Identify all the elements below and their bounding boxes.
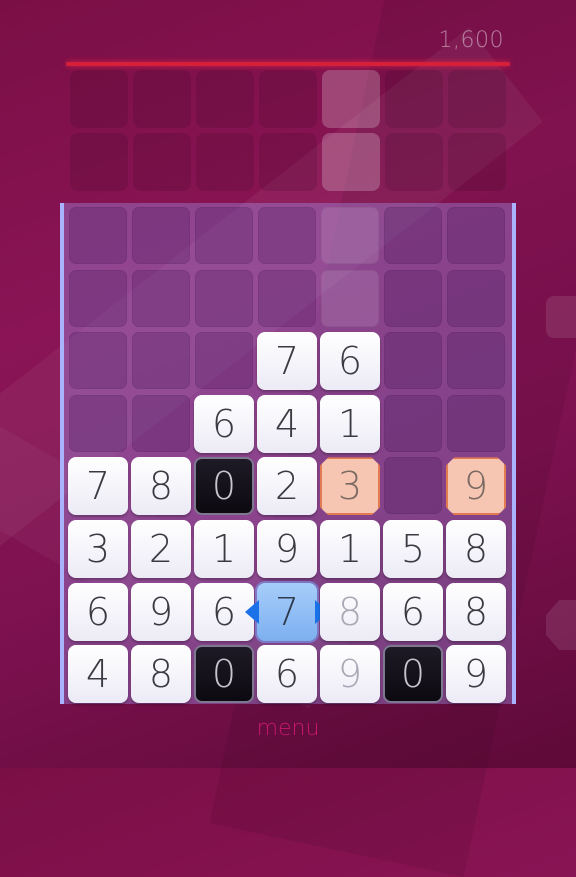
ghost-slot <box>385 70 443 128</box>
empty-cell[interactable] <box>384 332 442 390</box>
game-board[interactable]: 76641780239321915869678684806909 <box>60 203 516 704</box>
number-tile[interactable]: 3 <box>68 520 128 578</box>
empty-cell[interactable] <box>447 269 505 327</box>
number-tile[interactable]: 6 <box>257 645 317 704</box>
empty-cell[interactable] <box>384 269 442 327</box>
danger-line <box>66 62 510 66</box>
empty-cell[interactable] <box>132 332 190 390</box>
ghost-slot <box>70 70 128 128</box>
preview-slot <box>322 133 380 191</box>
blocked-tile[interactable]: 0 <box>383 645 443 704</box>
number-tile-faded[interactable]: 8 <box>320 582 380 641</box>
empty-cell[interactable] <box>132 269 190 327</box>
ghost-slot <box>70 133 128 191</box>
empty-cell[interactable] <box>447 394 505 452</box>
number-tile[interactable]: 8 <box>446 520 506 578</box>
empty-cell[interactable] <box>384 394 442 452</box>
number-tile[interactable]: 9 <box>131 582 191 641</box>
empty-cell[interactable] <box>132 394 190 452</box>
empty-cell[interactable] <box>195 269 253 327</box>
empty-cell[interactable] <box>258 207 316 264</box>
number-tile[interactable]: 6 <box>320 332 380 391</box>
number-tile[interactable]: 6 <box>68 582 128 641</box>
number-tile[interactable]: 9 <box>257 520 317 578</box>
empty-cell[interactable] <box>69 207 127 264</box>
ghost-slot <box>448 133 506 191</box>
empty-cell[interactable] <box>258 269 316 327</box>
ghost-slot <box>196 70 254 128</box>
bonus-tile[interactable]: 3 <box>320 457 380 516</box>
number-tile[interactable]: 5 <box>383 520 443 578</box>
preview-slot <box>322 70 380 128</box>
number-tile[interactable]: 1 <box>194 520 254 578</box>
number-tile[interactable]: 2 <box>131 520 191 578</box>
edge-decoration <box>546 600 576 650</box>
number-tile[interactable]: 8 <box>446 582 506 641</box>
bonus-tile[interactable]: 9 <box>446 457 506 516</box>
empty-cell[interactable] <box>321 207 379 264</box>
number-tile[interactable]: 4 <box>257 394 317 453</box>
empty-cell[interactable] <box>447 332 505 390</box>
empty-cell[interactable] <box>321 269 379 327</box>
empty-cell[interactable] <box>195 332 253 390</box>
number-tile[interactable]: 7 <box>257 332 317 391</box>
number-tile[interactable]: 4 <box>68 645 128 704</box>
empty-cell[interactable] <box>69 332 127 390</box>
number-tile[interactable]: 6 <box>383 582 443 641</box>
empty-cell[interactable] <box>132 207 190 264</box>
move-left-arrow-icon[interactable] <box>245 599 259 624</box>
menu-button[interactable]: menu <box>0 716 576 741</box>
empty-cell[interactable] <box>384 457 442 515</box>
edge-decoration <box>546 296 576 338</box>
number-tile[interactable]: 9 <box>446 645 506 704</box>
ghost-slot <box>448 70 506 128</box>
number-tile[interactable]: 7 <box>68 457 128 516</box>
ghost-slot <box>259 133 317 191</box>
empty-cell[interactable] <box>69 269 127 327</box>
blocked-tile[interactable]: 0 <box>194 645 254 704</box>
number-tile[interactable]: 1 <box>320 520 380 578</box>
ghost-slot <box>133 133 191 191</box>
number-tile[interactable]: 6 <box>194 394 254 453</box>
empty-cell[interactable] <box>195 207 253 264</box>
ghost-slot <box>133 70 191 128</box>
selected-tile[interactable]: 7 <box>257 582 317 641</box>
empty-cell[interactable] <box>69 394 127 452</box>
blocked-tile[interactable]: 0 <box>194 457 254 516</box>
ghost-slot <box>196 133 254 191</box>
number-tile[interactable]: 2 <box>257 457 317 516</box>
empty-cell[interactable] <box>384 207 442 264</box>
ghost-slot <box>385 133 443 191</box>
number-tile[interactable]: 8 <box>131 457 191 516</box>
ghost-slot <box>259 70 317 128</box>
number-tile[interactable]: 8 <box>131 645 191 704</box>
number-tile-faded[interactable]: 9 <box>320 645 380 704</box>
empty-cell[interactable] <box>447 207 505 264</box>
score-display: 1,600 <box>438 28 504 53</box>
number-tile[interactable]: 1 <box>320 394 380 453</box>
